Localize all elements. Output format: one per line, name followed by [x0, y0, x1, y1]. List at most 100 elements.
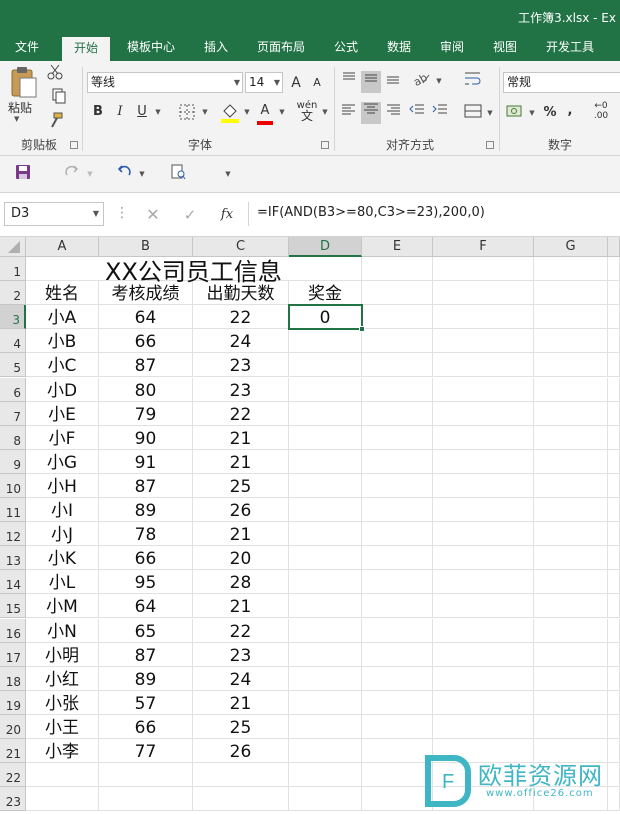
cell[interactable] [608, 473, 620, 498]
cell[interactable] [289, 714, 362, 739]
cell[interactable] [608, 618, 620, 643]
align-bottom-button[interactable] [384, 71, 402, 91]
cell[interactable] [534, 377, 608, 402]
cell[interactable] [534, 257, 608, 282]
data-cell[interactable]: 79 [99, 402, 193, 426]
cell[interactable] [362, 257, 433, 282]
cell[interactable] [433, 522, 534, 547]
data-cell[interactable]: 89 [99, 667, 193, 691]
data-cell[interactable]: 23 [193, 643, 289, 667]
column-title-cell[interactable]: 考核成绩 [99, 281, 193, 305]
row-header-8[interactable]: 8 [0, 425, 26, 450]
cell[interactable] [362, 281, 433, 306]
data-cell[interactable]: 22 [193, 402, 289, 426]
row-header-5[interactable]: 5 [0, 353, 26, 378]
cell[interactable] [534, 498, 608, 523]
row-header-7[interactable]: 7 [0, 401, 26, 426]
accounting-dropdown-icon[interactable]: ▼ [527, 103, 537, 123]
cell[interactable] [26, 763, 99, 788]
column-title-cell[interactable]: 出勤天数 [193, 281, 289, 305]
cell[interactable] [534, 642, 608, 667]
cell[interactable] [99, 763, 193, 788]
align-middle-button[interactable] [361, 71, 381, 93]
cell[interactable] [608, 401, 620, 426]
row-header-6[interactable]: 6 [0, 377, 26, 402]
data-cell[interactable]: 小明 [26, 643, 99, 667]
name-box[interactable]: D3 ▼ [4, 202, 104, 226]
data-cell[interactable]: 66 [99, 329, 193, 353]
column-header-d[interactable]: D [289, 237, 362, 257]
column-header-c[interactable]: C [193, 237, 289, 257]
column-header-a[interactable]: A [26, 237, 99, 257]
font-name-select[interactable]: 等线 ▼ [87, 72, 243, 93]
row-header-3[interactable]: 3 [0, 305, 26, 330]
row-header-22[interactable]: 22 [0, 763, 26, 788]
cell[interactable] [608, 714, 620, 739]
copy-icon[interactable] [46, 88, 72, 106]
cell[interactable] [534, 281, 608, 306]
underline-button[interactable]: U [133, 102, 151, 124]
fill-color-dropdown-icon[interactable]: ▼ [242, 102, 252, 124]
font-size-select[interactable]: 14 ▼ [245, 72, 283, 93]
cell[interactable] [362, 473, 433, 498]
cell[interactable] [534, 546, 608, 571]
column-header-f[interactable]: F [433, 237, 534, 257]
cell[interactable] [433, 498, 534, 523]
cell[interactable] [534, 449, 608, 474]
data-cell[interactable]: 小L [26, 570, 99, 594]
tab-insert[interactable]: 插入 [194, 36, 238, 61]
column-header-b[interactable]: B [99, 237, 193, 257]
wrap-text-button[interactable] [462, 71, 484, 91]
cell[interactable] [608, 329, 620, 354]
fill-color-button[interactable] [219, 102, 241, 126]
data-cell[interactable]: 小李 [26, 739, 99, 763]
select-all-corner[interactable] [0, 237, 26, 257]
cell[interactable] [534, 714, 608, 739]
column-title-cell[interactable]: 姓名 [26, 281, 99, 305]
increase-decimal-button[interactable]: ←0.00 [590, 101, 612, 125]
align-left-button[interactable] [340, 103, 358, 123]
print-preview-button[interactable] [168, 164, 188, 184]
paste-dropdown-icon[interactable]: ▼ [14, 115, 19, 123]
align-right-button[interactable] [384, 103, 402, 123]
cell[interactable] [534, 522, 608, 547]
data-cell[interactable]: 21 [193, 426, 289, 450]
cell[interactable] [26, 787, 99, 812]
data-cell[interactable]: 25 [193, 474, 289, 498]
format-painter-icon[interactable] [46, 112, 66, 130]
data-cell[interactable]: 78 [99, 522, 193, 546]
cell[interactable] [289, 473, 362, 498]
data-cell[interactable]: 91 [99, 450, 193, 474]
cell[interactable] [433, 257, 534, 282]
row-header-9[interactable]: 9 [0, 449, 26, 474]
data-cell[interactable]: 57 [99, 691, 193, 715]
orientation-dropdown-icon[interactable]: ▼ [434, 71, 444, 91]
cell[interactable] [289, 329, 362, 354]
data-cell[interactable]: 小王 [26, 715, 99, 739]
font-color-button[interactable]: A [255, 101, 275, 127]
cell[interactable] [289, 401, 362, 426]
data-cell[interactable]: 21 [193, 522, 289, 546]
cell[interactable] [433, 570, 534, 595]
data-cell[interactable]: 64 [99, 305, 193, 329]
row-header-21[interactable]: 21 [0, 739, 26, 764]
row-header-18[interactable]: 18 [0, 666, 26, 691]
column-header-partial[interactable] [608, 237, 620, 257]
cell[interactable] [608, 257, 620, 282]
row-header-11[interactable]: 11 [0, 498, 26, 523]
row-header-17[interactable]: 17 [0, 642, 26, 667]
align-top-button[interactable] [340, 71, 358, 91]
cell[interactable] [433, 377, 534, 402]
data-cell[interactable]: 25 [193, 715, 289, 739]
cell[interactable] [433, 594, 534, 619]
tab-data[interactable]: 数据 [377, 36, 421, 61]
cell[interactable] [608, 498, 620, 523]
increase-indent-button[interactable] [430, 103, 450, 123]
data-cell[interactable]: 28 [193, 570, 289, 594]
cell[interactable] [362, 546, 433, 571]
data-cell[interactable]: 64 [99, 594, 193, 618]
cell[interactable] [362, 642, 433, 667]
formula-input[interactable]: =IF(AND(B3>=80,C3>=23),200,0) [248, 202, 620, 226]
cell[interactable] [289, 739, 362, 764]
align-center-button[interactable] [361, 102, 381, 124]
